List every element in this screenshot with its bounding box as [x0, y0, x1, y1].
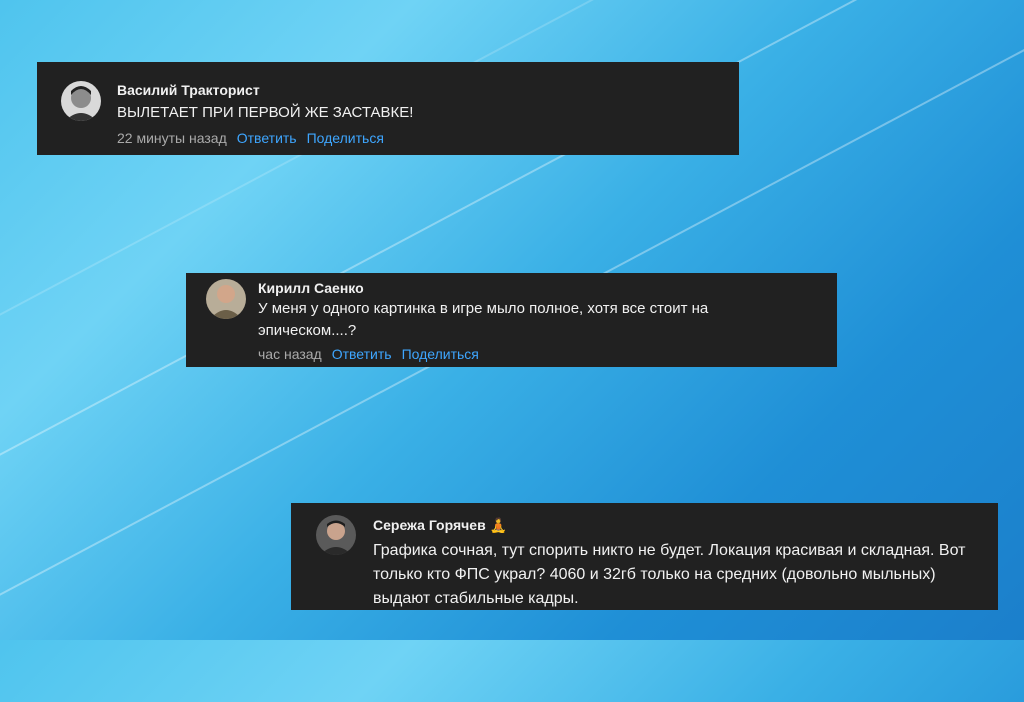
reply-button[interactable]: Ответить: [237, 130, 297, 146]
comment-author[interactable]: Василий Тракторист: [117, 82, 260, 98]
share-button[interactable]: Поделиться: [402, 346, 479, 362]
comment-card: Сережа Горячев 🧘 Графика сочная, тут спор…: [291, 503, 998, 610]
reply-button[interactable]: Ответить: [332, 346, 392, 362]
share-button[interactable]: Поделиться: [307, 130, 384, 146]
meditation-emoji-icon: 🧘: [489, 518, 508, 534]
comment-timestamp[interactable]: 22 минуты назад: [117, 130, 227, 146]
comment-card: Василий Тракторист ВЫЛЕТАЕТ ПРИ ПЕРВОЙ Ж…: [37, 62, 739, 155]
comment-author[interactable]: Кирилл Саенко: [258, 280, 364, 296]
avatar[interactable]: [316, 515, 356, 555]
comment-meta: 22 минуты назад Ответить Поделиться: [117, 130, 384, 146]
comment-author[interactable]: Сережа Горячев 🧘: [373, 517, 507, 534]
comment-text: ВЫЛЕТАЕТ ПРИ ПЕРВОЙ ЖЕ ЗАСТАВКЕ!: [117, 104, 414, 121]
comment-meta: час назад Ответить Поделиться: [258, 346, 479, 362]
avatar[interactable]: [206, 279, 246, 319]
comment-author-name: Сережа Горячев: [373, 517, 486, 533]
comment-timestamp[interactable]: час назад: [258, 346, 322, 362]
avatar[interactable]: [61, 81, 101, 121]
comment-text: Графика сочная, тут спорить никто не буд…: [373, 542, 966, 607]
comment-text: У меня у одного картинка в игре мыло пол…: [258, 300, 709, 339]
comment-card: Кирилл Саенко У меня у одного картинка в…: [186, 273, 837, 367]
